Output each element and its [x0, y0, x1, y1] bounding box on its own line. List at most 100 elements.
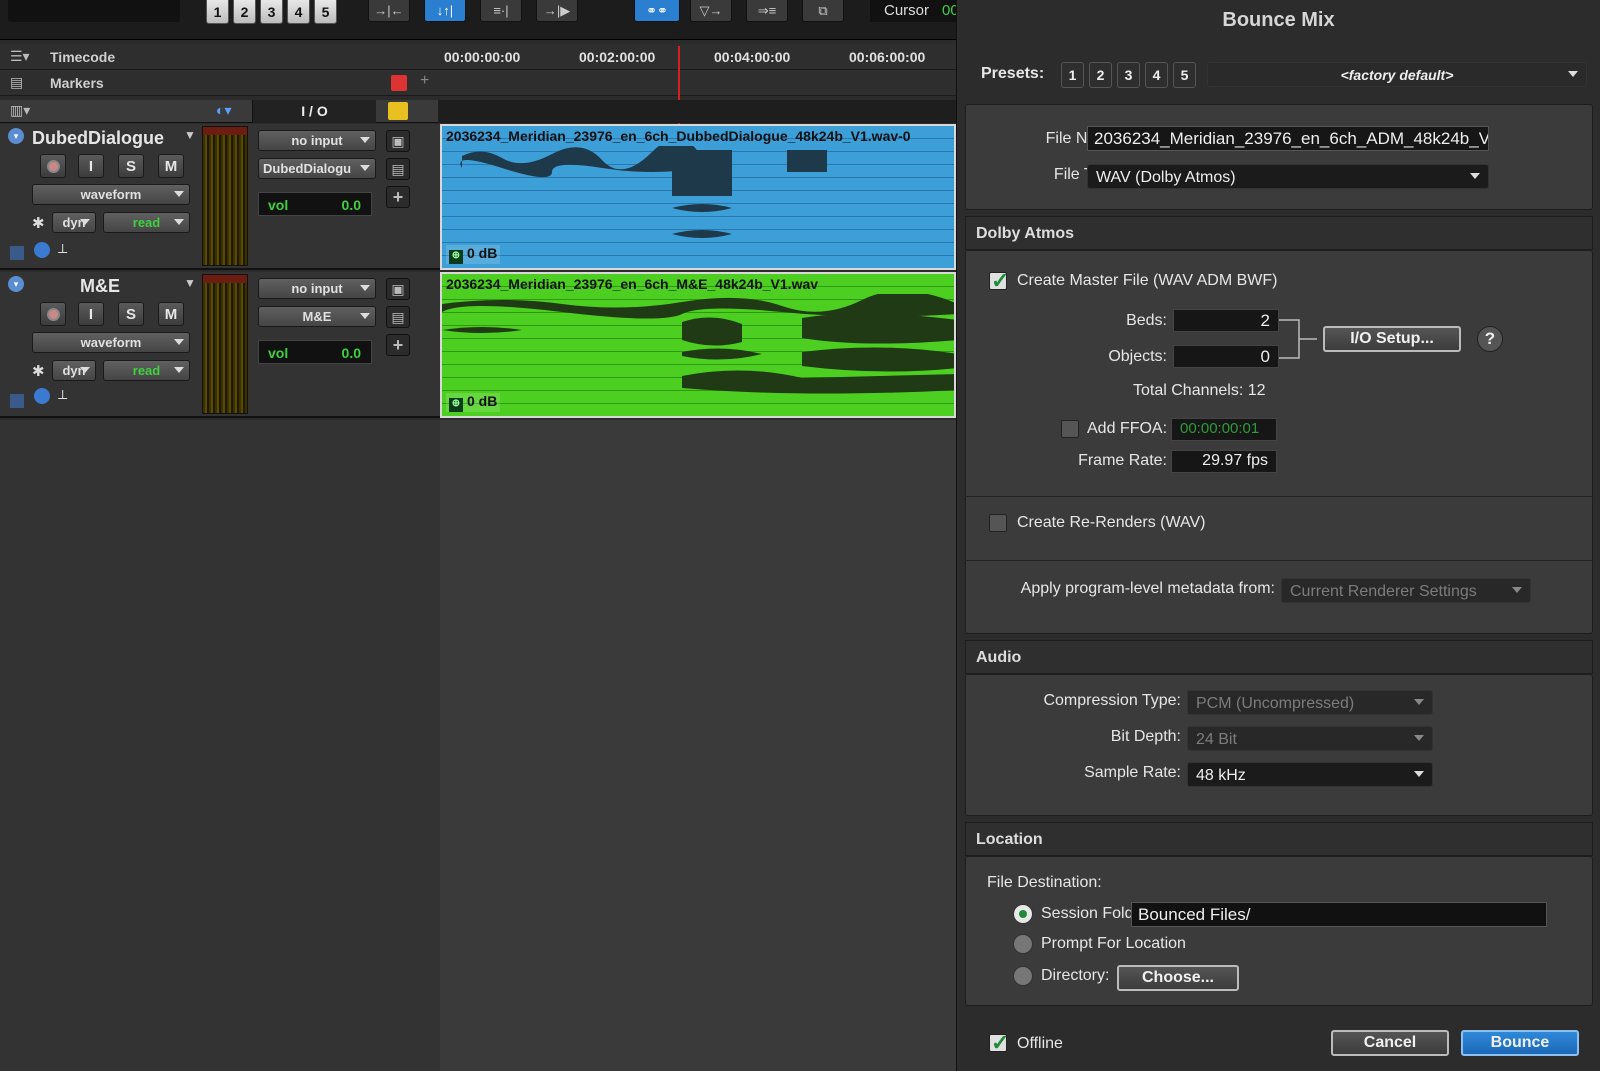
zoom-toggle-icon[interactable]: →|←	[368, 0, 410, 22]
mute-button[interactable]: M	[158, 154, 184, 178]
trim-tool-icon[interactable]: ↓↑|	[424, 0, 466, 22]
timebase-icon[interactable]	[34, 242, 50, 258]
add-marker-icon[interactable]: +	[420, 72, 429, 90]
preset-3-button[interactable]: 3	[260, 0, 283, 24]
window-icon[interactable]: ⧉	[802, 0, 844, 22]
compression-type-select[interactable]: PCM (Uncompressed)	[1187, 690, 1433, 715]
ruler-menu-icon[interactable]: ☰▾	[10, 48, 30, 65]
playlist-icon[interactable]: ⟂	[58, 386, 67, 403]
insert-slot-icon[interactable]: ▣	[386, 278, 410, 300]
audio-clip-dialogue[interactable]: 2036234_Meridian_23976_en_6ch_DubbedDial…	[440, 124, 956, 270]
bounce-button[interactable]: Bounce	[1461, 1030, 1579, 1056]
timebase-icon[interactable]	[34, 388, 50, 404]
dyn-button[interactable]: dyn	[52, 212, 96, 233]
directory-radio[interactable]	[1013, 966, 1033, 986]
audio-clip-m-and-e[interactable]: 2036234_Meridian_23976_en_6ch_M&E_48k24b…	[440, 272, 956, 418]
create-rerenders-checkbox[interactable]	[989, 514, 1007, 532]
insert-icon[interactable]: ⇒≡	[746, 0, 788, 22]
dialog-preset-3[interactable]: 3	[1117, 62, 1140, 88]
timecode-ruler[interactable]: ☰▾ Timecode 00:00:00:00 00:02:00:00 00:0…	[0, 44, 960, 70]
input-select[interactable]: no input	[258, 130, 376, 151]
add-track-icon[interactable]: +	[386, 334, 410, 356]
objects-input[interactable]: 0	[1173, 345, 1279, 368]
preset-select[interactable]: <factory default>	[1207, 62, 1587, 87]
track-name[interactable]: DubedDialogue	[32, 128, 192, 150]
input-monitor-button[interactable]: I	[78, 302, 104, 326]
beds-input[interactable]: 2	[1173, 309, 1279, 332]
link-icon[interactable]: ⚭⚭	[634, 0, 680, 22]
dolby-atmos-header[interactable]: Dolby Atmos	[965, 216, 1593, 250]
choose-directory-button[interactable]: Choose...	[1117, 965, 1239, 991]
clip-gain-icon: ⊕	[449, 398, 463, 412]
marker-record-icon[interactable]	[391, 75, 407, 91]
session-folder-input[interactable]: Bounced Files/	[1131, 902, 1547, 927]
preset-1-button[interactable]: 1	[206, 0, 229, 24]
add-track-icon[interactable]: +	[386, 186, 410, 208]
bit-depth-label: Bit Depth:	[1110, 728, 1181, 745]
ffoa-timecode-input[interactable]: 00:00:00:01	[1171, 418, 1277, 441]
dialog-preset-2[interactable]: 2	[1089, 62, 1112, 88]
playlist-icon[interactable]: ⟂	[58, 240, 67, 257]
input-monitor-button[interactable]: I	[78, 154, 104, 178]
mute-button[interactable]: M	[158, 302, 184, 326]
track-color-icon	[10, 394, 24, 408]
add-ffoa-checkbox[interactable]	[1061, 420, 1079, 438]
output-select[interactable]: DubedDialogu	[258, 158, 376, 179]
column-marker-icon[interactable]	[388, 102, 408, 120]
track-expand-icon[interactable]: ▾	[8, 276, 24, 292]
record-arm-button[interactable]	[40, 302, 66, 326]
dialog-preset-4[interactable]: 4	[1145, 62, 1168, 88]
send-slot-icon[interactable]: ▤	[386, 158, 410, 180]
prompt-location-radio[interactable]	[1013, 934, 1033, 954]
dialog-preset-5[interactable]: 5	[1173, 62, 1196, 88]
automation-mode-select[interactable]: read	[103, 360, 190, 381]
create-master-checkbox[interactable]	[989, 268, 1009, 294]
metadata-source-select[interactable]: Current Renderer Settings	[1281, 578, 1531, 603]
volume-field[interactable]: vol 0.0	[258, 340, 372, 364]
offline-checkbox[interactable]	[989, 1030, 1009, 1056]
io-setup-button[interactable]: I/O Setup...	[1323, 326, 1461, 352]
snowflake-icon[interactable]: ✱	[32, 214, 45, 232]
track-view-select[interactable]: waveform	[32, 184, 190, 205]
location-header[interactable]: Location	[965, 822, 1593, 856]
track-name-menu-icon[interactable]: ▼	[184, 276, 196, 290]
markers-ruler[interactable]: ▤ Markers +	[0, 70, 960, 96]
snowflake-icon[interactable]: ✱	[32, 362, 45, 380]
volume-label: vol	[268, 197, 289, 213]
volume-field[interactable]: vol 0.0	[258, 192, 372, 216]
sample-rate-select[interactable]: 48 kHz	[1187, 762, 1433, 787]
track-timebase-icon[interactable]: ◐▾	[216, 102, 231, 119]
counter-display	[8, 0, 180, 22]
audio-header[interactable]: Audio	[965, 640, 1593, 674]
markers-menu-icon[interactable]: ▤	[10, 74, 23, 91]
dyn-button[interactable]: dyn	[52, 360, 96, 381]
session-folder-radio[interactable]	[1013, 904, 1033, 924]
record-arm-button[interactable]	[40, 154, 66, 178]
solo-button[interactable]: S	[118, 302, 144, 326]
track-view-select[interactable]: waveform	[32, 332, 190, 353]
track-expand-icon[interactable]: ▾	[8, 128, 24, 144]
help-button[interactable]: ?	[1477, 326, 1503, 352]
marker-nav-icon[interactable]: ▽→	[690, 0, 732, 22]
send-slot-icon[interactable]: ▤	[386, 306, 410, 328]
insert-slot-icon[interactable]: ▣	[386, 130, 410, 152]
cancel-button[interactable]: Cancel	[1331, 1030, 1449, 1056]
create-rerenders-label: Create Re-Renders (WAV)	[1017, 514, 1206, 531]
preset-2-button[interactable]: 2	[233, 0, 256, 24]
preset-5-button[interactable]: 5	[314, 0, 337, 24]
file-type-select[interactable]: WAV (Dolby Atmos)	[1087, 164, 1489, 189]
clip-waveform	[442, 294, 954, 394]
empty-timeline	[440, 420, 956, 1071]
dialog-preset-1[interactable]: 1	[1061, 62, 1084, 88]
automation-mode-select[interactable]: read	[103, 212, 190, 233]
file-name-input[interactable]: 2036234_Meridian_23976_en_6ch_ADM_48k24b…	[1087, 126, 1489, 151]
input-select[interactable]: no input	[258, 278, 376, 299]
selector-tool-icon[interactable]: →|▶	[536, 0, 578, 22]
solo-button[interactable]: S	[118, 154, 144, 178]
grabber-tool-icon[interactable]: ≡·|	[480, 0, 522, 22]
output-select[interactable]: M&E	[258, 306, 376, 327]
track-options-icon[interactable]: ▥▾	[10, 102, 30, 119]
bit-depth-select[interactable]: 24 Bit	[1187, 726, 1433, 751]
track-name-menu-icon[interactable]: ▼	[184, 128, 196, 142]
preset-4-button[interactable]: 4	[287, 0, 310, 24]
